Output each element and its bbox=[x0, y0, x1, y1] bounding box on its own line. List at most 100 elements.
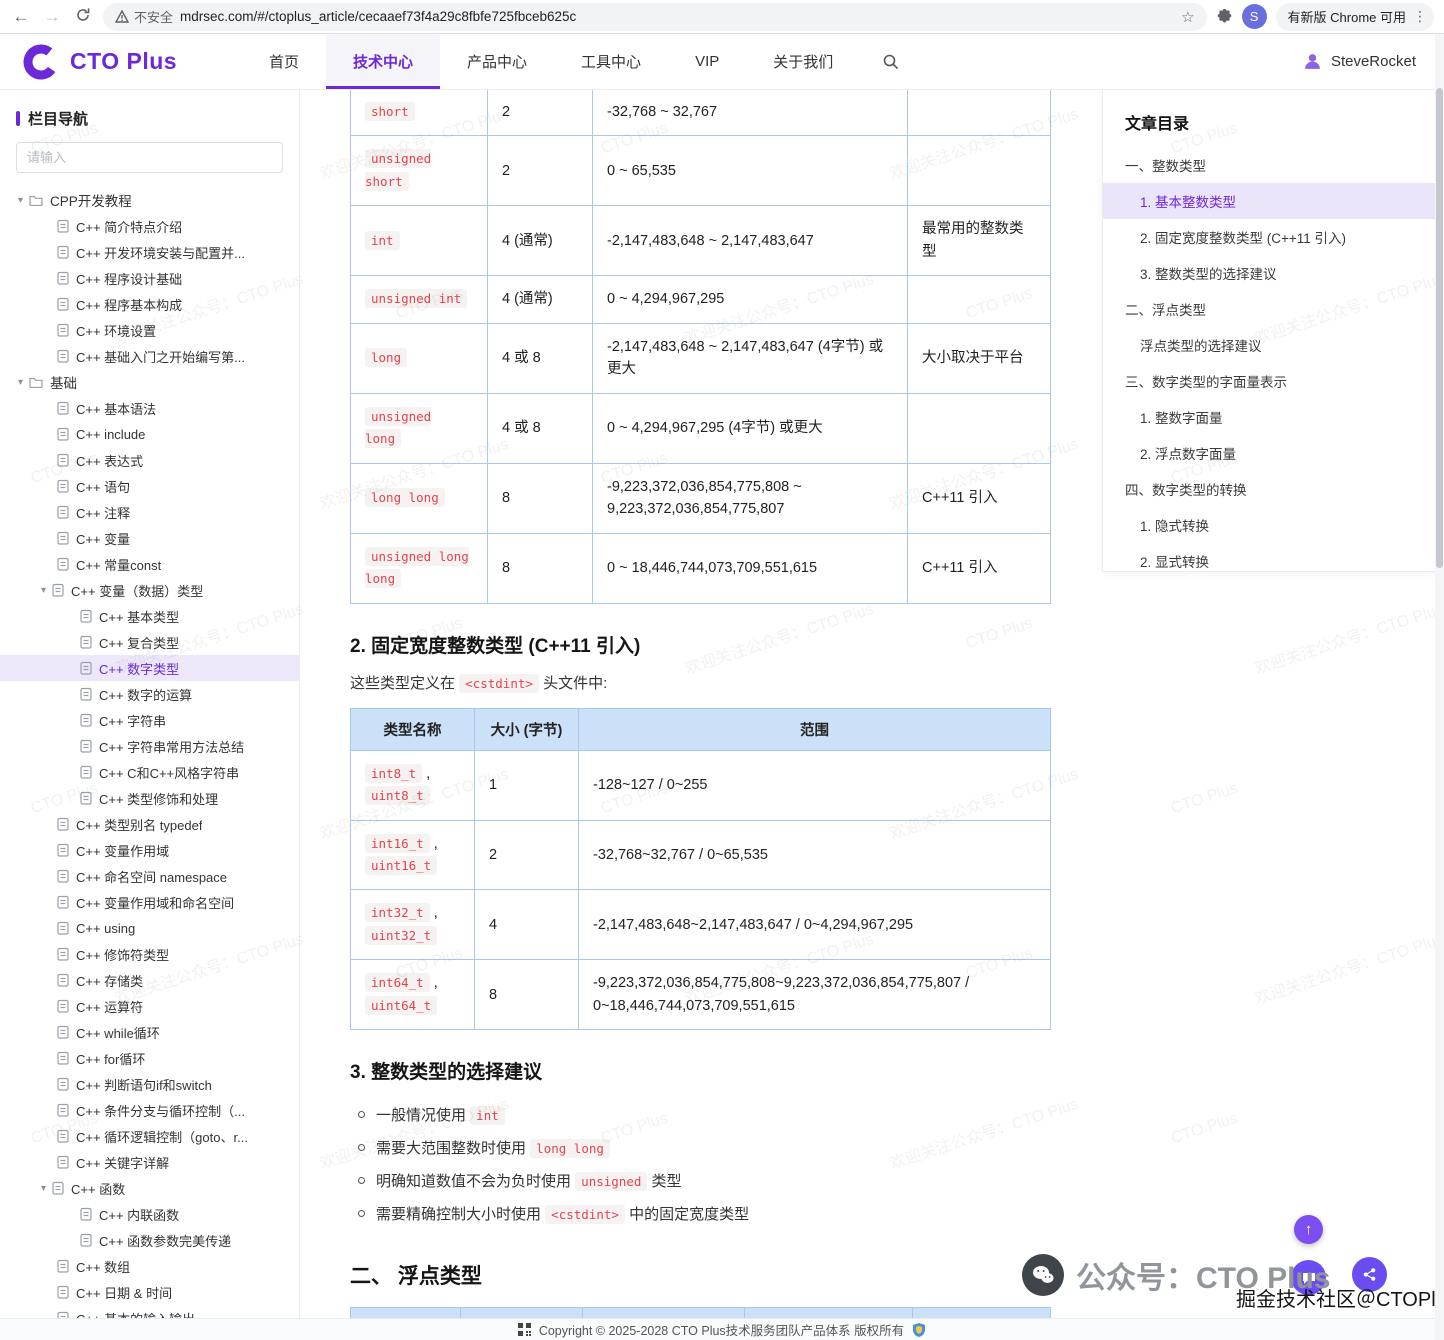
nav-item-vip[interactable]: VIP bbox=[668, 34, 746, 89]
sidebar-item[interactable]: C++ 类型修饰和处理 bbox=[0, 785, 299, 811]
sidebar-title-text: 栏目导航 bbox=[28, 108, 88, 129]
sidebar-item[interactable]: C++ 字符串常用方法总结 bbox=[0, 733, 299, 759]
sidebar-item[interactable]: C++ 运算符 bbox=[0, 993, 299, 1019]
username: SteveRocket bbox=[1331, 53, 1416, 70]
sidebar-item[interactable]: C++ 表达式 bbox=[0, 447, 299, 473]
extensions-icon[interactable] bbox=[1216, 8, 1233, 25]
expand-arrow-icon[interactable]: ▾ bbox=[41, 585, 46, 596]
chrome-update-label: 有新版 Chrome 可用 bbox=[1288, 7, 1406, 26]
page-scrollbar[interactable] bbox=[1435, 34, 1444, 1340]
scrollbar-thumb[interactable] bbox=[1436, 88, 1443, 568]
toc-item[interactable]: 二、浮点类型 bbox=[1103, 291, 1435, 327]
doc-icon bbox=[80, 1233, 92, 1247]
sidebar-item[interactable]: C++ 命名空间 namespace bbox=[0, 863, 299, 889]
sidebar-item[interactable]: C++ 程序基本构成 bbox=[0, 291, 299, 317]
back-icon[interactable]: ← bbox=[10, 8, 32, 25]
refresh-icon[interactable] bbox=[72, 7, 94, 26]
sidebar-item[interactable]: C++ 判断语句if和switch bbox=[0, 1071, 299, 1097]
toc-item[interactable]: 1. 基本整数类型 bbox=[1103, 183, 1435, 219]
sidebar-search-input[interactable] bbox=[16, 142, 283, 173]
nav-item-about-us[interactable]: 关于我们 bbox=[746, 34, 860, 89]
menu-kebab-icon[interactable]: ⋮ bbox=[1413, 8, 1427, 25]
sidebar-item[interactable]: C++ 关键字详解 bbox=[0, 1149, 299, 1175]
sidebar-item[interactable]: C++ 简介特点介绍 bbox=[0, 213, 299, 239]
table-cell: 0 ~ 4,294,967,295 bbox=[593, 276, 908, 323]
nav-item-tech-center[interactable]: 技术中心 bbox=[326, 34, 440, 89]
sidebar-item[interactable]: C++ 数组 bbox=[0, 1253, 299, 1279]
sidebar-item[interactable]: C++ 存储类 bbox=[0, 967, 299, 993]
inline-code: uint16_t bbox=[365, 856, 437, 875]
sidebar-item[interactable]: C++ 变量作用域和命名空间 bbox=[0, 889, 299, 915]
sidebar-item[interactable]: C++ 基本语法 bbox=[0, 395, 299, 421]
expand-arrow-icon[interactable]: ▾ bbox=[18, 377, 23, 388]
sidebar-item[interactable]: C++ 内联函数 bbox=[0, 1201, 299, 1227]
expand-arrow-icon[interactable]: ▾ bbox=[18, 195, 23, 206]
sidebar-item[interactable]: C++ 开发环境安装与配置并... bbox=[0, 239, 299, 265]
sidebar-item[interactable]: ▾C++ 变量（数据）类型 bbox=[0, 577, 299, 603]
table-cell: -32,768~32,767 / 0~65,535 bbox=[579, 820, 1051, 890]
sidebar-item[interactable]: C++ using bbox=[0, 915, 299, 941]
toc-item[interactable]: 四、数字类型的转换 bbox=[1103, 471, 1435, 507]
sidebar-item[interactable]: ▾CPP开发教程 bbox=[0, 187, 299, 213]
sidebar-item-label: C++ 基本类型 bbox=[99, 607, 179, 626]
toc-item[interactable]: 浮点类型的选择建议 bbox=[1103, 327, 1435, 363]
sidebar-item[interactable]: C++ 循环逻辑控制（goto、r... bbox=[0, 1123, 299, 1149]
toc-item[interactable]: 三、数字类型的字面量表示 bbox=[1103, 363, 1435, 399]
sidebar-item[interactable]: C++ 语句 bbox=[0, 473, 299, 499]
bookmark-star-icon[interactable]: ☆ bbox=[1181, 8, 1194, 26]
sidebar-item[interactable]: C++ 基础入门之开始编写第... bbox=[0, 343, 299, 369]
sidebar-item[interactable]: C++ 字符串 bbox=[0, 707, 299, 733]
sidebar-item[interactable]: C++ 日期 & 时间 bbox=[0, 1279, 299, 1305]
toc-item[interactable]: 3. 整数类型的选择建议 bbox=[1103, 255, 1435, 291]
expand-arrow-icon[interactable]: ▾ bbox=[41, 1183, 46, 1194]
sidebar-item[interactable]: ▾C++ 函数 bbox=[0, 1175, 299, 1201]
forward-icon[interactable]: → bbox=[41, 8, 63, 25]
sidebar-item[interactable]: C++ 修饰符类型 bbox=[0, 941, 299, 967]
sidebar-item[interactable]: C++ 复合类型 bbox=[0, 629, 299, 655]
sidebar-item[interactable]: C++ 条件分支与循环控制（... bbox=[0, 1097, 299, 1123]
sidebar-item[interactable]: C++ 基本类型 bbox=[0, 603, 299, 629]
user-menu[interactable]: SteveRocket bbox=[1302, 51, 1416, 72]
site-logo[interactable]: CTO Plus bbox=[0, 43, 228, 81]
sidebar-item[interactable]: C++ while循环 bbox=[0, 1019, 299, 1045]
inline-code: long long bbox=[365, 488, 445, 507]
inline-code: long long bbox=[530, 1139, 610, 1158]
address-bar[interactable]: 不安全 mdrsec.com/#/ctoplus_article/cecaaef… bbox=[103, 3, 1207, 31]
sidebar-item[interactable]: C++ 变量 bbox=[0, 525, 299, 551]
sidebar-item[interactable]: C++ C和C++风格字符串 bbox=[0, 759, 299, 785]
sidebar-item[interactable]: C++ include bbox=[0, 421, 299, 447]
sidebar-item[interactable]: C++ 数字的运算 bbox=[0, 681, 299, 707]
sidebar-item[interactable]: C++ 变量作用域 bbox=[0, 837, 299, 863]
sidebar-item[interactable]: C++ 环境设置 bbox=[0, 317, 299, 343]
nav-item-product-center[interactable]: 产品中心 bbox=[440, 34, 554, 89]
doc-icon bbox=[57, 1311, 69, 1318]
nav-item-home[interactable]: 首页 bbox=[242, 34, 326, 89]
profile-avatar[interactable]: S bbox=[1242, 4, 1267, 29]
sidebar-item[interactable]: C++ 类型别名 typedef bbox=[0, 811, 299, 837]
sidebar-item[interactable]: C++ 注释 bbox=[0, 499, 299, 525]
sidebar-item[interactable]: C++ for循环 bbox=[0, 1045, 299, 1071]
sidebar-item-label: C++ while循环 bbox=[76, 1023, 160, 1042]
toc-item[interactable]: 一、整数类型 bbox=[1103, 147, 1435, 183]
sidebar-item[interactable]: C++ 常量const bbox=[0, 551, 299, 577]
sidebar-item-label: C++ 开发环境安装与配置并... bbox=[76, 243, 245, 262]
sidebar-item-label: C++ 基本的输入输出 bbox=[76, 1309, 195, 1319]
sidebar-item[interactable]: ▾基础 bbox=[0, 369, 299, 395]
sidebar-item[interactable]: C++ 数字类型 bbox=[0, 655, 299, 681]
table-cell: 2 bbox=[488, 90, 593, 136]
toc-item[interactable]: 1. 隐式转换 bbox=[1103, 507, 1435, 543]
search-icon[interactable] bbox=[882, 53, 899, 70]
chrome-update-button[interactable]: 有新版 Chrome 可用 ⋮ bbox=[1276, 3, 1434, 31]
table-cell: -9,223,372,036,854,775,808 ~ 9,223,372,0… bbox=[593, 463, 908, 533]
security-chip[interactable]: 不安全 bbox=[115, 7, 173, 26]
url-text[interactable]: mdrsec.com/#/ctoplus_article/cecaaef73f4… bbox=[180, 9, 1174, 24]
toc-item[interactable]: 2. 浮点数字面量 bbox=[1103, 435, 1435, 471]
toc-item[interactable]: 2. 显式转换 bbox=[1103, 543, 1435, 572]
sidebar-item[interactable]: C++ 程序设计基础 bbox=[0, 265, 299, 291]
nav-item-tool-center[interactable]: 工具中心 bbox=[554, 34, 668, 89]
toc-item[interactable]: 2. 固定宽度整数类型 (C++11 引入) bbox=[1103, 219, 1435, 255]
sidebar-item[interactable]: C++ 函数参数完美传递 bbox=[0, 1227, 299, 1253]
toc-item[interactable]: 1. 整数字面量 bbox=[1103, 399, 1435, 435]
sidebar-item[interactable]: C++ 基本的输入输出 bbox=[0, 1305, 299, 1318]
back-to-top-button[interactable]: ↑ bbox=[1294, 1215, 1323, 1244]
